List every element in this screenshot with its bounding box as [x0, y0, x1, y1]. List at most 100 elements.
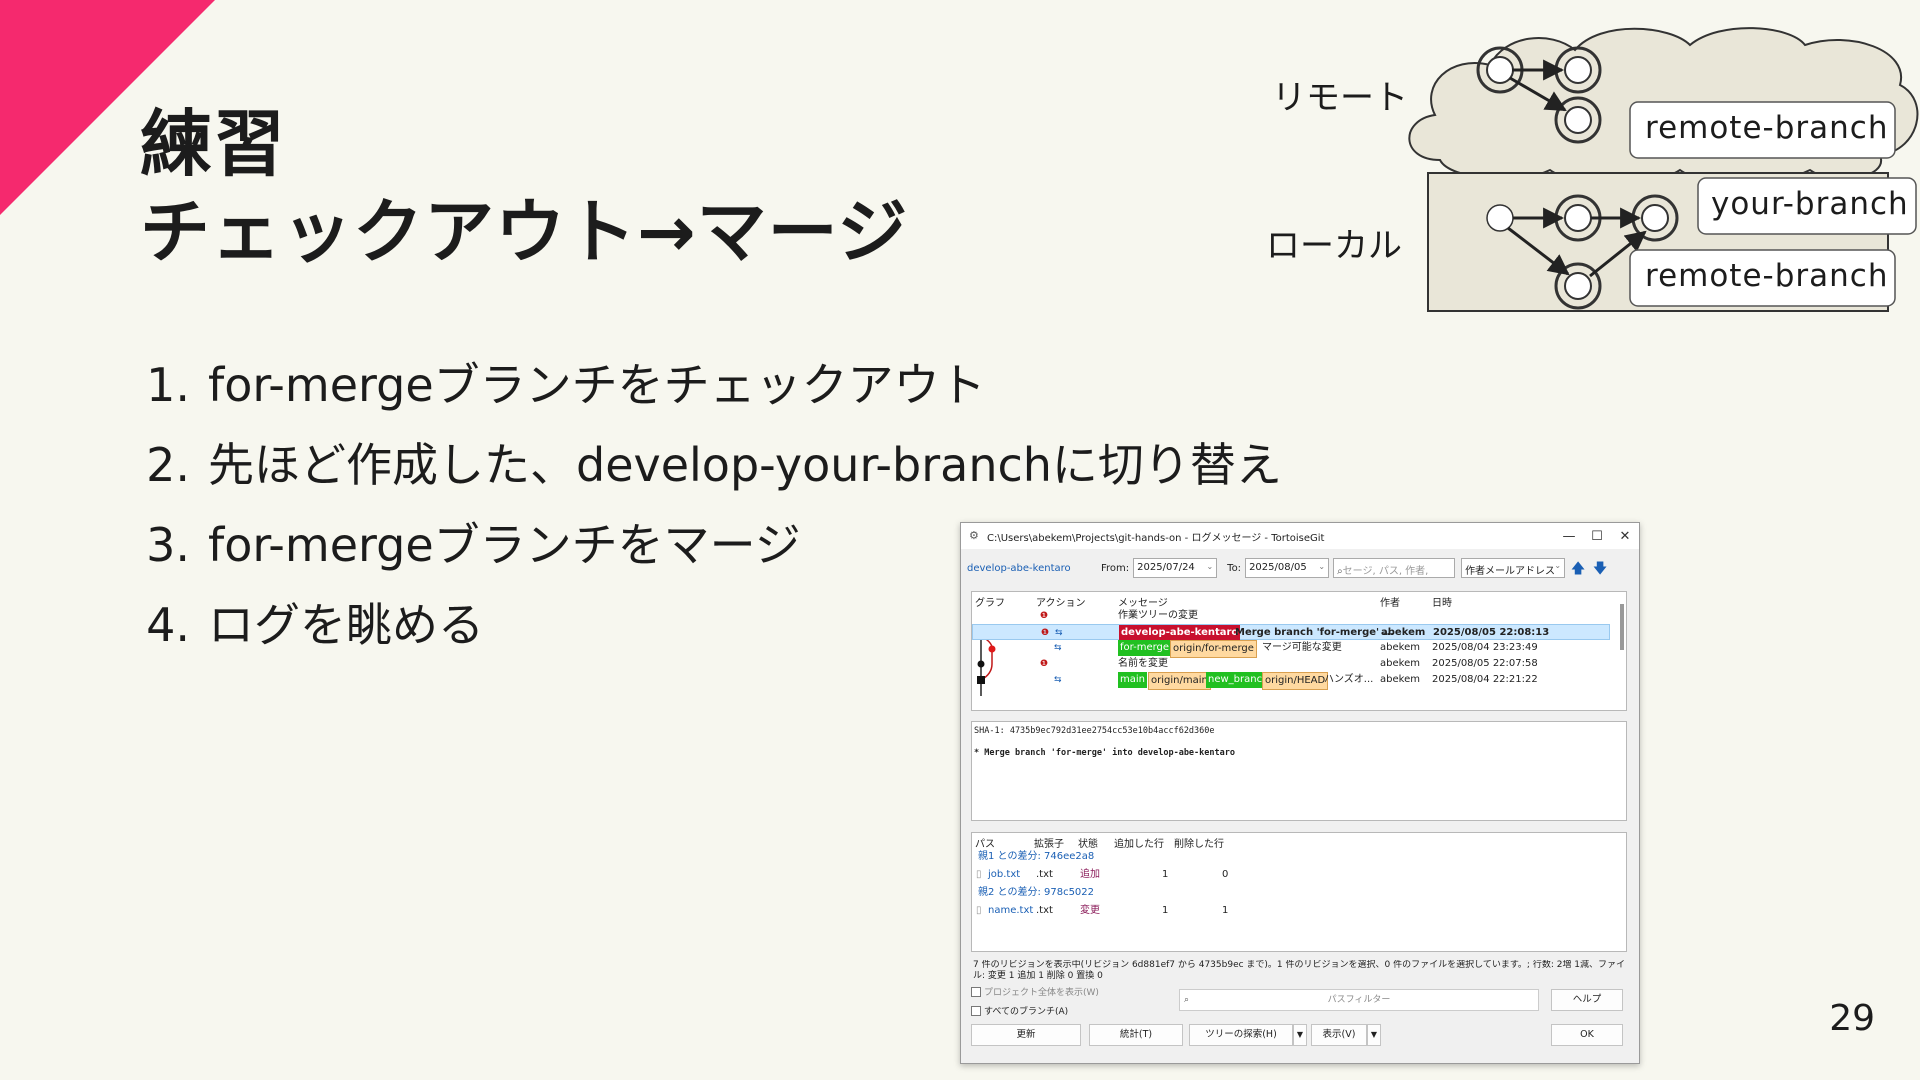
- help-button[interactable]: ヘルプ: [1551, 989, 1623, 1011]
- warning-icon: ❶: [1040, 611, 1049, 621]
- search-filter-select[interactable]: 作者メールアドレス ⌄: [1461, 558, 1566, 578]
- file-added: 1: [1162, 905, 1169, 916]
- to-date-picker[interactable]: 2025/08/05 ⌄: [1245, 558, 1330, 578]
- ok-button[interactable]: OK: [1551, 1024, 1623, 1046]
- file-deleted: 1: [1222, 905, 1229, 916]
- arrow-down-icon[interactable]: 🡇: [1591, 558, 1609, 578]
- log-date: 2025/08/04 22:21:22: [1432, 674, 1538, 685]
- branch-tag: for-merge: [1118, 640, 1172, 656]
- remote-tag: origin/main: [1148, 672, 1211, 690]
- maximize-icon[interactable]: ☐: [1583, 529, 1611, 544]
- branch-diagram: リモート ローカル remote-branch your-branch remo…: [1250, 10, 1920, 320]
- col-added[interactable]: 追加した行: [1114, 835, 1164, 850]
- col-path[interactable]: パス: [975, 835, 995, 850]
- tree-search-button[interactable]: ツリーの探索(H): [1189, 1024, 1293, 1046]
- log-search-input[interactable]: ⌕セージ, パス, 作者,: [1333, 558, 1456, 578]
- step-text: ログを眺める: [208, 598, 484, 652]
- step-item: 1. for-mergeブランチをチェックアウト: [120, 345, 1282, 425]
- commit-icon: ⇆: [1054, 675, 1062, 685]
- search-placeholder: セージ, パス, 作者,: [1342, 566, 1429, 577]
- show-whole-project-checkbox[interactable]: プロジェクト全体を表示(W): [971, 985, 1099, 998]
- file-deleted: 0: [1222, 869, 1229, 880]
- col-date[interactable]: 日時: [1432, 594, 1452, 609]
- col-action[interactable]: アクション: [1036, 594, 1086, 609]
- col-author[interactable]: 作者: [1380, 594, 1400, 609]
- file-row[interactable]: ▯ name.txt .txt 変更 1 1: [972, 903, 1626, 919]
- view-button[interactable]: 表示(V): [1311, 1024, 1367, 1046]
- col-state[interactable]: 状態: [1078, 835, 1098, 850]
- checkbox-box: [971, 1005, 981, 1016]
- to-label: To:: [1227, 562, 1242, 574]
- log-message: 作業ツリーの変更: [1118, 610, 1198, 621]
- view-dropdown[interactable]: ▼: [1367, 1024, 1381, 1046]
- step-text: for-mergeブランチをチェックアウト: [208, 358, 986, 412]
- log-date: 2025/08/04 23:23:49: [1432, 642, 1538, 653]
- path-filter-input[interactable]: ⌕ パスフィルター: [1179, 989, 1539, 1011]
- chevron-down-icon: ⌄: [1318, 562, 1326, 571]
- to-date-value: 2025/08/05: [1249, 562, 1307, 573]
- statistics-button[interactable]: 統計(T): [1089, 1024, 1183, 1046]
- parent-diff-row: 親1 との差分: 746ee2a8: [972, 849, 1626, 865]
- step-number: 4.: [146, 598, 190, 652]
- log-row[interactable]: ❶ 名前を変更 abekem 2025/08/05 22:07:58: [972, 656, 1610, 672]
- close-icon[interactable]: ✕: [1611, 529, 1639, 544]
- remote-tag: origin/HEAD: [1262, 672, 1329, 690]
- file-icon: ▯: [976, 869, 982, 880]
- parent-diff-label: 親2 との差分: 978c5022: [978, 887, 1095, 898]
- minimize-icon[interactable]: —: [1555, 529, 1583, 544]
- col-graph[interactable]: グラフ: [975, 594, 1005, 609]
- log-author: abekem: [1380, 642, 1420, 653]
- from-date-picker[interactable]: 2025/07/24 ⌄: [1133, 558, 1218, 578]
- chevron-down-icon: ▼: [1296, 1030, 1304, 1039]
- chevron-down-icon: ⌄: [1554, 561, 1562, 570]
- log-message: マージ可能な変更: [1262, 642, 1342, 653]
- parent-diff-row: 親2 との差分: 978c5022: [972, 885, 1626, 901]
- refresh-button[interactable]: 更新: [971, 1024, 1081, 1046]
- parent-diff-label: 親1 との差分: 746ee2a8: [978, 851, 1095, 862]
- window-title: C:\Users\abekem\Projects\git-hands-on - …: [987, 532, 1325, 544]
- step-number: 3.: [146, 518, 190, 572]
- file-added: 1: [1162, 869, 1169, 880]
- col-message[interactable]: メッセージ: [1118, 594, 1168, 609]
- status-text: 7 件のリビジョンを表示中(リビジョン 6d881ef7 から 4735b9ec…: [973, 960, 1626, 981]
- step-text: 先ほど作成した、develop-your-branchに切り替え: [208, 438, 1282, 492]
- slide-title: 練習 チェックアウト→マージ: [140, 100, 908, 276]
- log-message: ハンズオ...: [1324, 674, 1374, 685]
- log-message: 名前を変更: [1118, 658, 1168, 669]
- col-ext[interactable]: 拡張子: [1034, 835, 1064, 850]
- log-scrollbar[interactable]: [1620, 604, 1624, 650]
- files-header: パス 拡張子 状態 追加した行 削除した行: [972, 835, 1626, 850]
- log-list: グラフ アクション メッセージ 作者 日時 ❶ 作業ツリーの変更 ❶ ⇆ dev…: [971, 591, 1627, 711]
- commit-icon: ⇆: [1054, 643, 1062, 653]
- local-label: ローカル: [1266, 226, 1402, 266]
- log-row[interactable]: ⇆ for-merge origin/for-merge マージ可能な変更 ab…: [972, 640, 1610, 658]
- branch-tag: develop-abe-kentaro: [1119, 625, 1241, 641]
- log-message: Merge branch 'for-merge' ...: [1235, 627, 1394, 638]
- window-titlebar: ⚙ C:\Users\abekem\Projects\git-hands-on …: [961, 523, 1639, 549]
- log-row-selected[interactable]: ❶ ⇆ develop-abe-kentaro Merge branch 'fo…: [972, 624, 1610, 641]
- arrow-up-icon[interactable]: 🡅: [1569, 558, 1587, 578]
- log-list-header: グラフ アクション メッセージ 作者 日時: [972, 594, 1626, 609]
- remote-label: リモート: [1272, 78, 1408, 118]
- title-line-2: チェックアウト→マージ: [140, 191, 909, 273]
- chevron-down-icon: ⌄: [1206, 562, 1214, 571]
- log-row[interactable]: ⇆ main origin/main new_branch origin/HEA…: [972, 672, 1610, 690]
- warning-icon: ❶: [1041, 628, 1050, 638]
- search-filter-value: 作者メールアドレス: [1465, 566, 1556, 577]
- checkbox-label: すべてのブランチ(A): [984, 1007, 1069, 1017]
- log-date: 2025/08/05 22:08:13: [1433, 627, 1550, 638]
- current-branch-link[interactable]: develop-abe-kentaro: [967, 563, 1097, 574]
- log-date: 2025/08/05 22:07:58: [1432, 658, 1538, 669]
- file-ext: .txt: [1036, 869, 1053, 880]
- from-label: From:: [1101, 562, 1130, 574]
- local-remote-branch-tag: remote-branch: [1645, 258, 1889, 294]
- log-row[interactable]: ❶ 作業ツリーの変更: [972, 608, 1610, 624]
- all-branches-checkbox[interactable]: すべてのブランチ(A): [971, 1004, 1068, 1017]
- step-item: 2. 先ほど作成した、develop-your-branchに切り替え: [120, 425, 1282, 505]
- search-icon: ⌕: [1184, 995, 1190, 1005]
- step-text: for-mergeブランチをマージ: [208, 518, 801, 572]
- tree-search-dropdown[interactable]: ▼: [1293, 1024, 1307, 1046]
- file-row[interactable]: ▯ job.txt .txt 追加 1 0: [972, 867, 1626, 883]
- remote-branch-tag: remote-branch: [1645, 110, 1889, 146]
- col-deleted[interactable]: 削除した行: [1174, 835, 1224, 850]
